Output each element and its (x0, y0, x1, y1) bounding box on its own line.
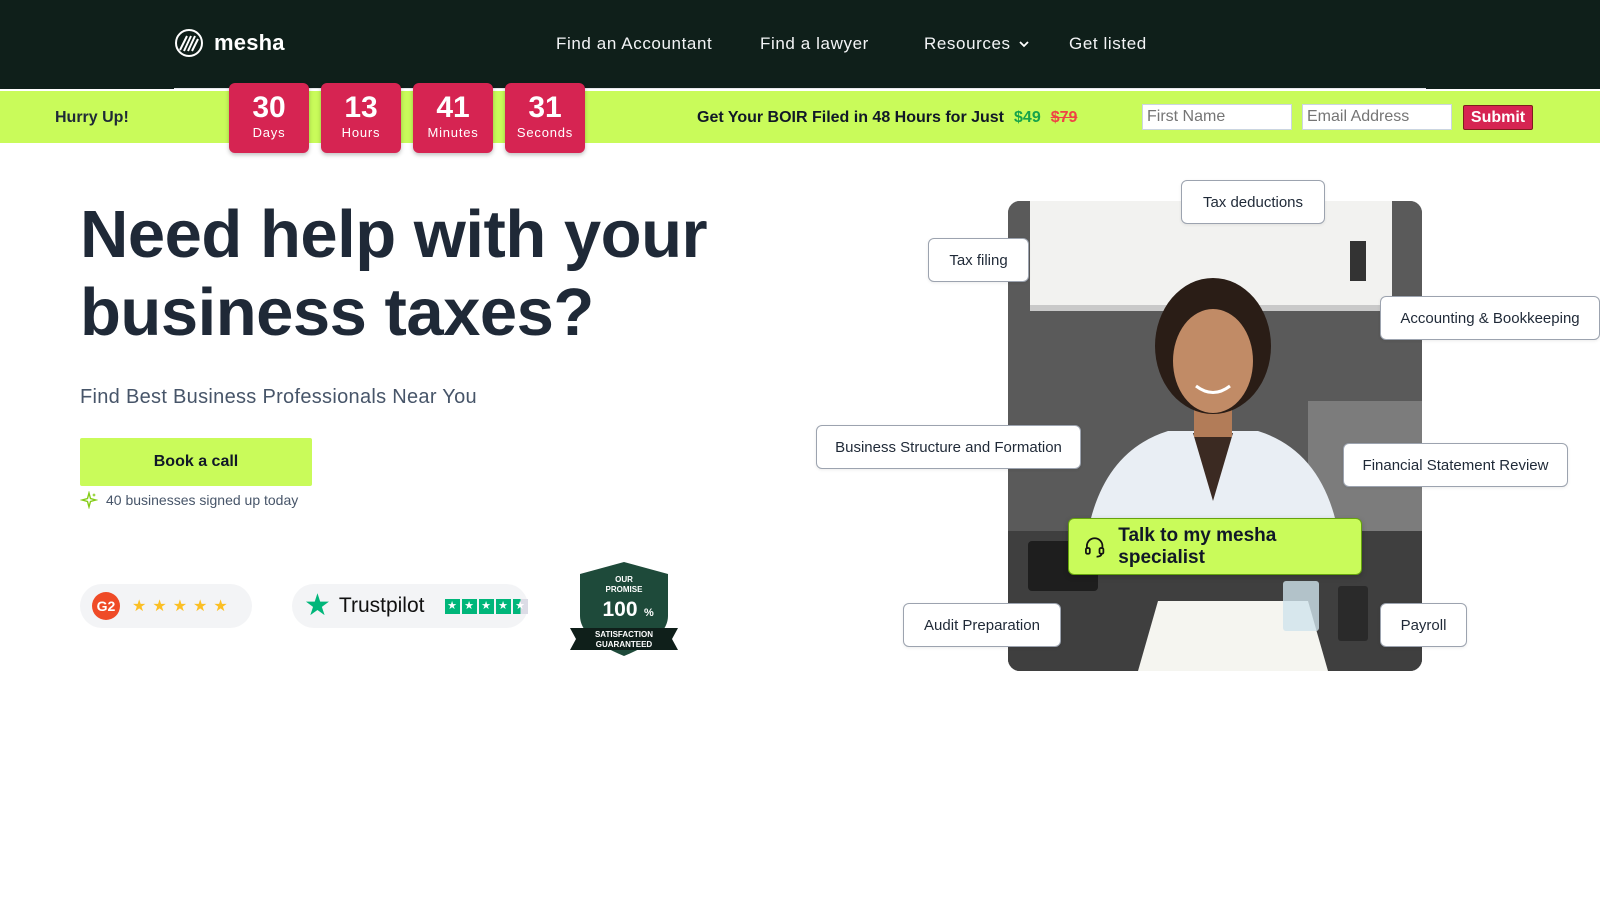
talk-to-specialist-button[interactable]: Talk to my mesha specialist (1068, 518, 1362, 575)
countdown-minutes-value: 41 (436, 91, 470, 124)
boir-offer: Get Your BOIR Filed in 48 Hours for Just… (697, 109, 1077, 127)
service-chip-tax-filing[interactable]: Tax filing (928, 238, 1029, 282)
nav-find-lawyer-label: Find a lawyer (760, 34, 869, 53)
hurry-text: Hurry Up! (55, 109, 129, 126)
top-navbar: mesha Find an Accountant Find a lawyer R… (0, 0, 1600, 89)
nav-get-listed-label: Get listed (1069, 34, 1147, 53)
service-chip-financial-review[interactable]: Financial Statement Review (1343, 443, 1568, 487)
logo[interactable]: mesha (174, 28, 285, 58)
trustpilot-stars-icon: ★ ★ ★ ★ ★ (444, 598, 528, 614)
price-old: $79 (1050, 109, 1078, 126)
countdown-minutes: 41 Minutes (413, 83, 493, 153)
service-chip-business-structure[interactable]: Business Structure and Formation (816, 425, 1081, 469)
service-chip-audit-prep-label: Audit Preparation (924, 616, 1040, 634)
countdown-minutes-unit: Minutes (427, 125, 479, 140)
trustpilot-star-icon: ★ (304, 589, 331, 622)
countdown-seconds-unit: Seconds (516, 125, 574, 140)
g2-stars-icon: ★★★★★ (132, 598, 234, 615)
countdown-seconds-value: 31 (528, 91, 562, 124)
submit-button[interactable]: Submit (1463, 105, 1533, 130)
countdown-hours-unit: Hours (341, 125, 381, 140)
logo-text: mesha (214, 30, 285, 55)
first-name-input[interactable] (1142, 104, 1292, 130)
email-input[interactable] (1302, 104, 1452, 130)
headset-icon (1085, 536, 1105, 558)
countdown-days-unit: Days (252, 125, 286, 140)
sparkle-icon (80, 491, 98, 509)
offer-text: Get Your BOIR Filed in 48 Hours for Just (697, 109, 1005, 126)
countdown-hours-value: 13 (344, 91, 378, 124)
headline-line-1: Need help with your (80, 197, 708, 272)
service-chip-payroll[interactable]: Payroll (1380, 603, 1467, 647)
talk-to-specialist-label: Talk to my mesha specialist (1118, 524, 1277, 568)
price-new: $49 (1014, 109, 1041, 126)
hero-subhead: Find Best Business Professionals Near Yo… (80, 386, 477, 408)
service-chip-business-structure-label: Business Structure and Formation (835, 438, 1062, 456)
service-chip-tax-deductions[interactable]: Tax deductions (1181, 180, 1325, 224)
trustpilot-wordmark: Trustpilot (338, 594, 425, 617)
service-chip-accounting[interactable]: Accounting & Bookkeeping (1380, 296, 1600, 340)
chevron-down-icon (1019, 41, 1029, 48)
nav-get-listed[interactable]: Get listed (1069, 34, 1147, 54)
nav-resources-label: Resources (924, 34, 1011, 53)
service-chip-tax-filing-label: Tax filing (949, 251, 1008, 269)
promo-bar: Hurry Up! 30 Days 13 Hours 41 Minutes 31… (0, 83, 1600, 153)
service-chip-accounting-label: Accounting & Bookkeeping (1400, 309, 1580, 327)
signed-up-text: 40 businesses signed up today (106, 492, 299, 508)
signed-up-note: 40 businesses signed up today (80, 491, 298, 509)
service-chip-audit-prep[interactable]: Audit Preparation (903, 603, 1061, 647)
service-chip-financial-review-label: Financial Statement Review (1362, 456, 1549, 474)
book-call-button[interactable]: Book a call (80, 438, 312, 486)
nav-find-lawyer[interactable]: Find a lawyer (760, 34, 869, 54)
g2-logo-icon: G2 (92, 592, 120, 620)
satisfaction-guarantee-badge: OUR PROMISE 100 % SATISFACTION GUARANTEE… (570, 562, 678, 656)
promise-line-2: PROMISE (606, 585, 644, 594)
nav-resources[interactable]: Resources (924, 34, 1029, 54)
countdown-seconds: 31 Seconds (505, 83, 585, 153)
countdown-days: 30 Days (229, 83, 309, 153)
promise-line-3: SATISFACTION (595, 630, 653, 639)
service-chip-payroll-label: Payroll (1400, 616, 1447, 634)
nav-find-accountant[interactable]: Find an Accountant (556, 34, 712, 54)
countdown-hours: 13 Hours (321, 83, 401, 153)
headline-line-2: business taxes? (80, 275, 594, 350)
hero-headline: Need help with your business taxes? (80, 196, 780, 352)
countdown-days-value: 30 (252, 91, 286, 124)
promise-percent-sign: % (644, 607, 654, 619)
nav-find-accountant-label: Find an Accountant (556, 34, 713, 53)
mesha-logo-icon (175, 29, 203, 57)
trustpilot-rating-badge[interactable]: ★ Trustpilot ★ ★ ★ ★ ★ (292, 584, 528, 628)
promise-line-1: OUR (615, 575, 633, 584)
g2-rating-badge[interactable]: G2 ★★★★★ (80, 584, 252, 628)
promise-percent: 100 (602, 598, 637, 621)
promise-line-4: GUARANTEED (596, 640, 653, 649)
service-chip-tax-deductions-label: Tax deductions (1202, 193, 1304, 211)
